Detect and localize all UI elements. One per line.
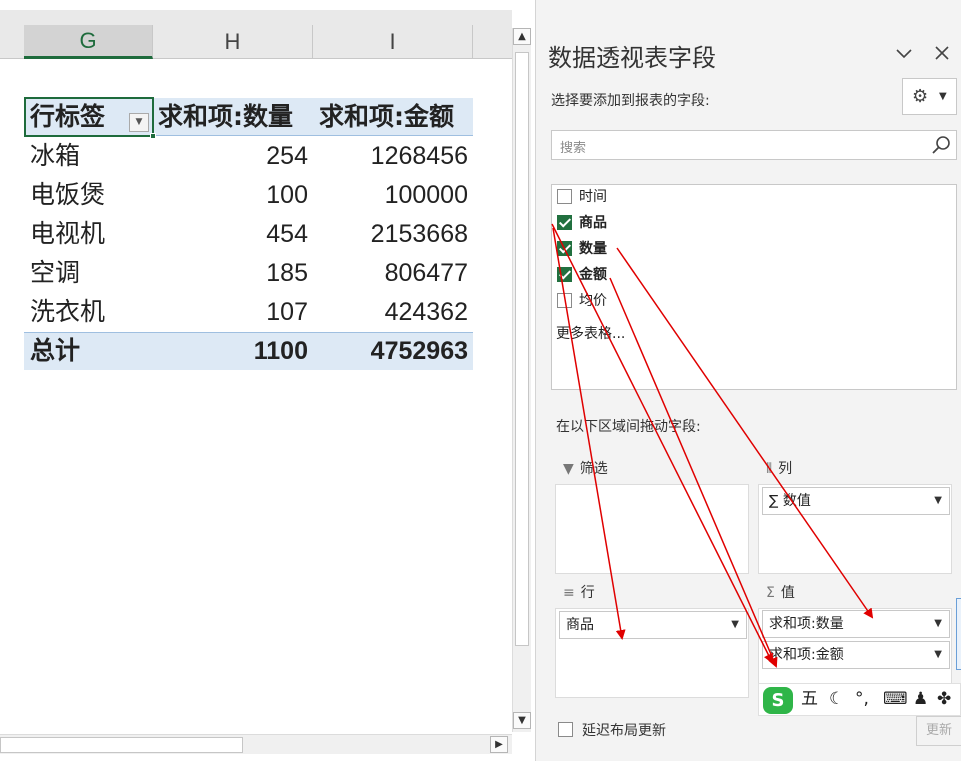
amount-cell[interactable]: 100000 xyxy=(319,176,468,214)
field-label: 金额 xyxy=(579,267,607,283)
pane-title: 数据透视表字段 xyxy=(548,44,716,72)
collapse-chevron-icon[interactable] xyxy=(895,44,913,65)
qty-cell[interactable]: 100 xyxy=(158,176,308,214)
qty-cell[interactable]: 185 xyxy=(158,254,308,292)
chevron-down-icon[interactable]: ▼ xyxy=(934,642,942,668)
tools-button[interactable]: ⚙ ▼ xyxy=(902,78,957,115)
keyboard-icon[interactable]: ⌨ xyxy=(883,684,908,715)
vertical-scroll-thumb[interactable] xyxy=(515,52,529,646)
qty-cell[interactable]: 254 xyxy=(158,137,308,175)
spreadsheet-area: G H I 行标签 求和项:数量 求和项:金额 ▼ 冰箱 254 1268456… xyxy=(0,0,533,761)
scroll-down-button[interactable]: ▼ xyxy=(513,712,531,729)
qty-cell[interactable]: 454 xyxy=(158,215,308,253)
values-field-sum-qty[interactable]: 求和项:数量 ▼ xyxy=(762,610,950,638)
search-placeholder: 搜索 xyxy=(560,141,587,156)
column-header-bar: G H I xyxy=(0,10,512,59)
row-label[interactable]: 电视机 xyxy=(30,215,105,253)
area-field-label: 求和项:金额 xyxy=(769,647,844,663)
amount-cell[interactable]: 424362 xyxy=(319,293,468,331)
field-checkbox[interactable] xyxy=(557,189,572,204)
moon-icon[interactable]: ☾ xyxy=(829,684,844,715)
row-label[interactable]: 空调 xyxy=(30,254,80,292)
vertical-scrollbar[interactable]: ▲ ▼ xyxy=(512,28,531,732)
filter-icon: ▼ xyxy=(563,461,574,477)
gear-icon: ⚙ xyxy=(912,86,929,107)
amount-cell[interactable]: 2153668 xyxy=(319,215,468,253)
values-area-header: Σ值 xyxy=(766,582,795,602)
chevron-down-icon[interactable]: ▼ xyxy=(934,611,942,637)
defer-layout-update[interactable]: 延迟布局更新 xyxy=(558,720,666,740)
chevron-down-icon[interactable]: ▼ xyxy=(934,488,942,514)
column-header-g[interactable]: G xyxy=(24,25,153,59)
search-icon[interactable] xyxy=(931,135,951,155)
column-header-i[interactable]: I xyxy=(313,25,473,59)
qty-cell[interactable]: 107 xyxy=(158,293,308,331)
scroll-right-button[interactable]: ▶ xyxy=(490,736,508,753)
panel-edge-handle[interactable] xyxy=(956,598,961,670)
pane-subtitle: 选择要添加到报表的字段: xyxy=(551,93,710,109)
field-label: 数量 xyxy=(579,241,607,257)
scroll-up-button[interactable]: ▲ xyxy=(513,28,531,45)
amount-cell[interactable]: 1268456 xyxy=(319,137,468,175)
filter-area-label: 筛选 xyxy=(579,461,608,477)
amount-cell[interactable]: 806477 xyxy=(319,254,468,292)
chevron-down-icon[interactable]: ▼ xyxy=(731,612,739,638)
pivot-sum-qty-header[interactable]: 求和项:数量 xyxy=(158,98,293,136)
ime-logo-icon[interactable]: S xyxy=(763,687,793,714)
area-field-label: 求和项:数量 xyxy=(769,616,844,632)
columns-area-header: ⦀ 列 xyxy=(766,458,792,478)
values-area-label: 值 xyxy=(780,585,795,601)
defer-label: 延迟布局更新 xyxy=(582,723,666,739)
punctuation-icon[interactable]: °, xyxy=(855,684,869,715)
total-qty-cell[interactable]: 1100 xyxy=(158,332,308,370)
grid-icon[interactable]: ✤ xyxy=(937,684,951,715)
pivot-field-pane: 数据透视表字段 选择要添加到报表的字段: ⚙ ▼ 搜索 时间 商品 数量 金额 xyxy=(535,0,961,761)
drag-hint: 在以下区域间拖动字段: xyxy=(556,419,701,435)
more-tables-link[interactable]: 更多表格... xyxy=(556,323,625,343)
filter-dropdown-icon[interactable]: ▼ xyxy=(129,113,149,132)
user-icon[interactable]: ♟ xyxy=(913,684,928,715)
field-checkbox[interactable] xyxy=(557,293,572,308)
chevron-down-icon: ▼ xyxy=(939,91,947,102)
field-search-input[interactable]: 搜索 xyxy=(551,130,957,160)
row-label[interactable]: 冰箱 xyxy=(30,137,80,175)
field-label: 时间 xyxy=(579,189,607,205)
row-label[interactable]: 洗衣机 xyxy=(30,293,105,331)
rows-icon: ≡ xyxy=(563,585,575,601)
rows-area-header: ≡ 行 xyxy=(563,582,595,602)
row-label[interactable]: 电饭煲 xyxy=(30,176,105,214)
total-label[interactable]: 总计 xyxy=(30,332,80,370)
values-field-sum-amount[interactable]: 求和项:金额 ▼ xyxy=(762,641,950,669)
field-label: 均价 xyxy=(579,293,607,309)
field-checkbox[interactable] xyxy=(557,241,572,256)
area-field-label: 商品 xyxy=(566,617,594,633)
field-checkbox[interactable] xyxy=(557,215,572,230)
horizontal-scrollbar[interactable]: ▶ xyxy=(0,734,512,754)
field-checkbox[interactable] xyxy=(557,267,572,282)
ime-toolbar: S 五 ☾ °, ⌨ ♟ ✤ xyxy=(758,683,961,716)
column-header-h[interactable]: H xyxy=(153,25,313,59)
columns-drop-zone[interactable]: ∑ 数值 ▼ xyxy=(758,484,952,574)
fill-handle[interactable] xyxy=(150,133,156,139)
pivot-sum-amount-header[interactable]: 求和项:金额 xyxy=(319,98,454,136)
field-label: 商品 xyxy=(579,215,607,231)
field-list: 时间 商品 数量 金额 均价 更多表格... xyxy=(551,184,957,390)
area-field-label: 数值 xyxy=(782,493,811,509)
filter-area-header: ▼ 筛选 xyxy=(563,458,608,478)
sigma-icon: ∑ xyxy=(769,493,783,509)
defer-checkbox[interactable] xyxy=(558,722,573,737)
close-icon[interactable] xyxy=(935,44,949,65)
columns-area-label: 列 xyxy=(778,461,793,477)
sigma-icon: Σ xyxy=(766,585,775,601)
rows-area-label: 行 xyxy=(580,585,595,601)
columns-field-values[interactable]: ∑ 数值 ▼ xyxy=(762,487,950,515)
columns-icon: ⦀ xyxy=(766,461,773,477)
filter-drop-zone[interactable] xyxy=(555,484,749,574)
rows-drop-zone[interactable]: 商品 ▼ xyxy=(555,608,749,698)
rows-field-product[interactable]: 商品 ▼ xyxy=(559,611,747,639)
ime-mode[interactable]: 五 xyxy=(801,684,818,715)
total-amount-cell[interactable]: 4752963 xyxy=(319,332,468,370)
update-button[interactable]: 更新 xyxy=(916,716,961,746)
horizontal-scroll-thumb[interactable] xyxy=(0,737,243,753)
